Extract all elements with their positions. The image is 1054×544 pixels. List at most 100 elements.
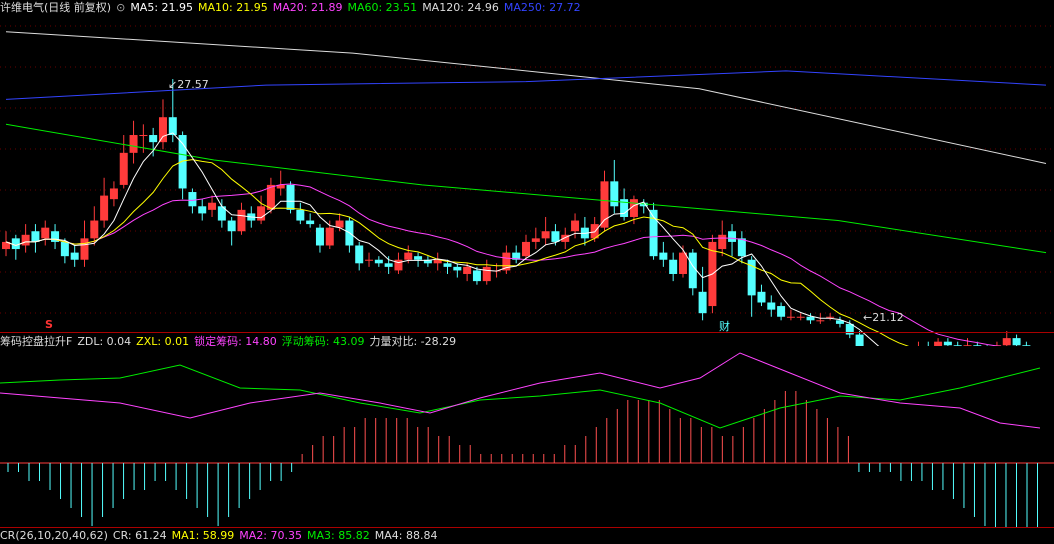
ma-legend: MA5: 21.95 MA10: 21.95 MA20: 21.89 MA60: 23…	[130, 1, 585, 14]
cr-value-4: MA3: 85.82	[307, 529, 370, 542]
candle	[70, 252, 79, 260]
cr-indicator-header: CR(26,10,20,40,62) CR: 61.24 MA1: 58.99 MA2…	[0, 528, 447, 544]
candle	[816, 320, 825, 322]
floating-chip-line	[0, 364, 1041, 429]
candle	[571, 220, 580, 232]
candle	[325, 227, 334, 246]
ma-legend-item-2: MA20: 21.89	[272, 1, 343, 14]
candle	[600, 181, 609, 228]
chip-title: 筹码控盘拉升F	[0, 335, 73, 348]
candle	[777, 306, 786, 317]
candle	[806, 316, 815, 321]
candle	[757, 291, 766, 303]
chip-value-0: ZDL: 0.04	[77, 335, 132, 348]
chip-values: ZDL: 0.04 ZXL: 0.01 锁定筹码: 14.80 浮动筹码: 43.09…	[77, 335, 461, 348]
ma-legend-item-0: MA5: 21.95	[130, 1, 194, 14]
cr-value-1: CR: 61.24	[112, 529, 167, 542]
main-chart-header: 许维电气(日线 前复权) ⊙ MA5: 21.95 MA10: 21.95 MA20: …	[0, 0, 591, 16]
candle	[728, 231, 737, 242]
dropdown-icon[interactable]: ⊙	[116, 1, 125, 14]
cr-value-0: CR(26,10,20,40,62)	[0, 529, 108, 542]
candle	[482, 266, 491, 282]
candle	[973, 345, 982, 346]
cr-value-5: MA4: 88.84	[374, 529, 438, 542]
candle	[531, 238, 540, 242]
candle	[315, 227, 324, 246]
chip-value-1: ZXL: 0.01	[136, 335, 190, 348]
chip-value-3: 浮动筹码: 43.09	[281, 335, 365, 348]
candle	[698, 291, 707, 314]
candle	[737, 238, 746, 257]
candle	[149, 135, 158, 143]
candle	[21, 234, 30, 246]
candle	[198, 206, 207, 214]
candle	[404, 252, 413, 260]
candle	[257, 206, 266, 221]
locked-chip-line	[0, 352, 1041, 429]
candle	[109, 188, 118, 200]
candle	[129, 135, 138, 153]
candle	[237, 209, 246, 232]
cr-values: CR(26,10,20,40,62) CR: 61.24 MA1: 58.99 MA2…	[0, 529, 442, 542]
candle	[139, 135, 148, 137]
ma-line-ma60	[5, 123, 1047, 254]
candle	[443, 263, 452, 267]
cr-value-2: MA1: 58.99	[171, 529, 235, 542]
chip-indicator-chart[interactable]	[0, 348, 1054, 528]
candle	[786, 316, 795, 318]
candlestick-chart[interactable]	[0, 16, 1054, 346]
ma-legend-item-4: MA120: 24.96	[422, 1, 499, 14]
candle	[384, 263, 393, 267]
candle	[796, 316, 805, 318]
candle	[60, 241, 69, 257]
candle	[306, 220, 315, 225]
candle	[659, 252, 668, 260]
candle	[767, 302, 776, 310]
candle	[90, 220, 99, 239]
candle	[286, 184, 295, 210]
candle	[963, 345, 972, 346]
ma-legend-item-1: MA10: 21.95	[198, 1, 268, 14]
candle	[365, 259, 374, 261]
candle	[158, 117, 167, 143]
candle	[669, 259, 678, 274]
candle	[41, 227, 50, 239]
candle	[168, 117, 177, 136]
candle	[374, 259, 383, 264]
cr-value-3: MA2: 70.35	[239, 529, 303, 542]
candle	[463, 266, 472, 274]
candle	[100, 195, 109, 221]
candle	[227, 220, 236, 232]
chip-value-4: 力量对比: -28.29	[369, 335, 457, 348]
panel-divider	[0, 332, 1054, 333]
candle	[188, 192, 197, 207]
candle	[119, 152, 128, 185]
low-price-marker: ←21.12	[863, 311, 904, 324]
candle	[541, 231, 550, 239]
candle	[472, 270, 481, 282]
ma-legend-item-3: MA60: 23.51	[347, 1, 418, 14]
candle	[453, 266, 462, 271]
candle	[855, 334, 864, 346]
candle	[943, 341, 952, 346]
candle	[80, 238, 89, 260]
candle	[355, 245, 364, 264]
signal-s-marker: S	[45, 318, 53, 331]
stock-title[interactable]: 许维电气(日线 前复权)	[0, 1, 111, 14]
candle	[1022, 345, 1031, 346]
candle	[1002, 338, 1011, 346]
ma-line-ma120	[5, 31, 1047, 164]
candle	[11, 238, 20, 250]
candle	[718, 234, 727, 250]
candle	[1012, 338, 1021, 346]
candle	[688, 252, 697, 289]
chip-value-2: 锁定筹码: 14.80	[194, 335, 277, 348]
ma-line-ma250	[5, 70, 1047, 100]
candle	[414, 256, 423, 260]
candle	[551, 231, 560, 242]
candle	[826, 316, 835, 318]
candle	[934, 341, 943, 346]
ma-legend-item-5: MA250: 27.72	[503, 1, 581, 14]
candle	[31, 231, 40, 242]
candle	[296, 209, 305, 221]
